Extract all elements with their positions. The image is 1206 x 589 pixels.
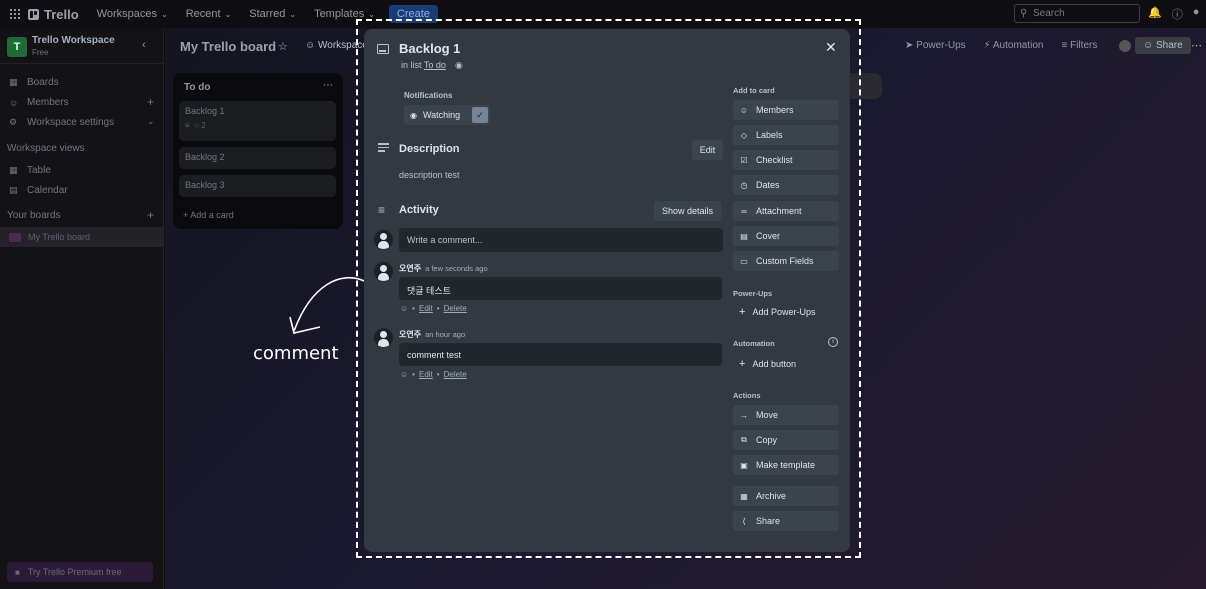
sidebar-item-label: Workspace settings <box>27 117 115 128</box>
table-icon: ▦ <box>9 165 18 175</box>
card-backlog-1[interactable]: Backlog 1 ≡ ○ 2 <box>179 101 336 141</box>
sidebar-item-label: Table <box>27 165 51 176</box>
search-placeholder: Search <box>1033 8 1065 19</box>
premium-trial-button[interactable]: ■ Try Trello Premium free <box>7 562 153 582</box>
card-title: Backlog 2 <box>185 152 225 162</box>
list-to-do: To do ⋯ Backlog 1 ≡ ○ 2 Backlog 2 Backlo… <box>173 73 343 229</box>
person-icon: ☺ <box>9 97 19 108</box>
sidebar-item-label: Members <box>27 97 69 108</box>
add-member-icon[interactable]: + <box>147 95 154 109</box>
search-icon: ⚲ <box>1020 8 1028 19</box>
powerups-label: Power-Ups <box>916 40 966 51</box>
sidebar-item-calendar[interactable]: ▤ Calendar <box>9 185 68 196</box>
workspace-avatar[interactable]: T <box>7 37 27 57</box>
filter-icon: ≡ <box>1061 40 1071 51</box>
card-title: Backlog 1 <box>185 106 225 116</box>
chevron-down-icon: ⌄ <box>289 9 297 19</box>
chevron-down-icon: ⌄ <box>368 9 375 19</box>
sidebar-item-label: Calendar <box>27 185 68 196</box>
card-title: Backlog 3 <box>185 180 225 190</box>
premium-label: Try Trello Premium free <box>27 567 122 577</box>
nav-starred[interactable]: Starred ⌄ <box>249 8 296 20</box>
trello-logo[interactable]: Trello <box>28 7 79 22</box>
sidebar-item-settings[interactable]: ⚙ Workspace settings <box>9 117 114 128</box>
workspace-header: T Trello Workspace Free ‹ <box>0 28 163 64</box>
people-icon: ☺ <box>305 40 318 51</box>
board-thumbnail <box>9 232 21 242</box>
chevron-down-icon: ⌄ <box>161 9 168 19</box>
highlight-frame <box>356 19 861 558</box>
card-backlog-3[interactable]: Backlog 3 <box>179 175 336 197</box>
calendar-icon: ▤ <box>9 185 18 195</box>
annotation-label: comment <box>253 343 339 364</box>
add-card-button[interactable]: + Add a card <box>183 210 234 220</box>
filters-button[interactable]: ≡ Filters <box>1061 40 1097 51</box>
star-icon[interactable]: ☆ <box>278 40 288 53</box>
app-switcher-icon[interactable] <box>10 9 20 19</box>
add-board-icon[interactable]: + <box>147 208 154 222</box>
automation-label: Automation <box>992 40 1044 51</box>
nav-starred-label: Starred <box>249 8 286 20</box>
member-avatar[interactable] <box>1119 40 1131 52</box>
chevron-down-icon: ⌄ <box>224 9 232 19</box>
trello-screen: Trello Workspaces ⌄ Recent ⌄ Starred ⌄ Temp… <box>0 0 1206 589</box>
more-icon[interactable]: ⋯ <box>1191 39 1202 52</box>
collapse-sidebar-icon[interactable]: ‹ <box>142 39 146 51</box>
workspace-name[interactable]: Trello Workspace <box>32 35 115 46</box>
automation-button[interactable]: ⚡ Automation <box>984 40 1044 51</box>
premium-icon: ■ <box>15 567 20 577</box>
chevron-down-icon[interactable]: ⌄ <box>147 116 155 127</box>
search-input[interactable]: ⚲ Search <box>1014 4 1140 23</box>
account-icon[interactable]: ● <box>1193 6 1200 22</box>
trello-logo-icon <box>28 8 39 20</box>
brand-name: Trello <box>44 6 79 22</box>
sidebar-board-item[interactable]: My Trello board <box>0 227 164 247</box>
card-badges: ≡ ○ 2 <box>185 121 330 130</box>
top-right-icons: 🔔 ⓘ ● <box>1148 6 1199 22</box>
add-card-label: Add a card <box>190 210 234 220</box>
board-icon: ▦ <box>9 77 18 87</box>
sidebar-item-label: Boards <box>27 77 59 88</box>
workspace-views-heading: Workspace views <box>7 143 85 154</box>
nav-recent[interactable]: Recent ⌄ <box>186 8 232 20</box>
workspace-sidebar: T Trello Workspace Free ‹ ▦ Boards ☺ Membe… <box>0 28 164 589</box>
list-title[interactable]: To do <box>184 82 210 93</box>
share-board-label: Share <box>1156 40 1183 51</box>
card-backlog-2[interactable]: Backlog 2 <box>179 147 336 169</box>
notifications-icon[interactable]: 🔔 <box>1148 6 1162 22</box>
sidebar-item-boards[interactable]: ▦ Boards <box>9 77 59 88</box>
filters-label: Filters <box>1070 40 1098 51</box>
gear-icon: ⚙ <box>9 117 18 127</box>
rocket-icon: ➤ <box>905 40 917 51</box>
nav-workspaces-label: Workspaces <box>96 8 158 20</box>
your-boards-heading: Your boards <box>7 210 61 221</box>
powerups-button[interactable]: ➤ Power-Ups <box>905 40 966 51</box>
share-board-button[interactable]: ☺ Share <box>1135 37 1191 54</box>
board-header-actions: ➤ Power-Ups ⚡ Automation ≡ Filters <box>905 40 1097 51</box>
nav-workspaces[interactable]: Workspaces ⌄ <box>97 8 168 20</box>
comment-count: 2 <box>201 121 206 130</box>
nav-recent-label: Recent <box>185 8 221 20</box>
sidebar-board-label: My Trello board <box>28 232 91 242</box>
comment-icon: ○ <box>194 121 199 130</box>
description-icon: ≡ <box>185 121 190 130</box>
sidebar-item-table[interactable]: ▦ Table <box>9 165 51 176</box>
bolt-icon: ⚡ <box>983 40 993 51</box>
list-menu-icon[interactable]: ⋯ <box>323 80 333 91</box>
help-icon[interactable]: ⓘ <box>1172 6 1183 22</box>
board-title[interactable]: My Trello board <box>180 39 276 54</box>
sidebar-item-members[interactable]: ☺ Members <box>9 97 69 108</box>
person-add-icon: ☺ <box>1143 40 1156 51</box>
workspace-plan: Free <box>32 48 49 57</box>
